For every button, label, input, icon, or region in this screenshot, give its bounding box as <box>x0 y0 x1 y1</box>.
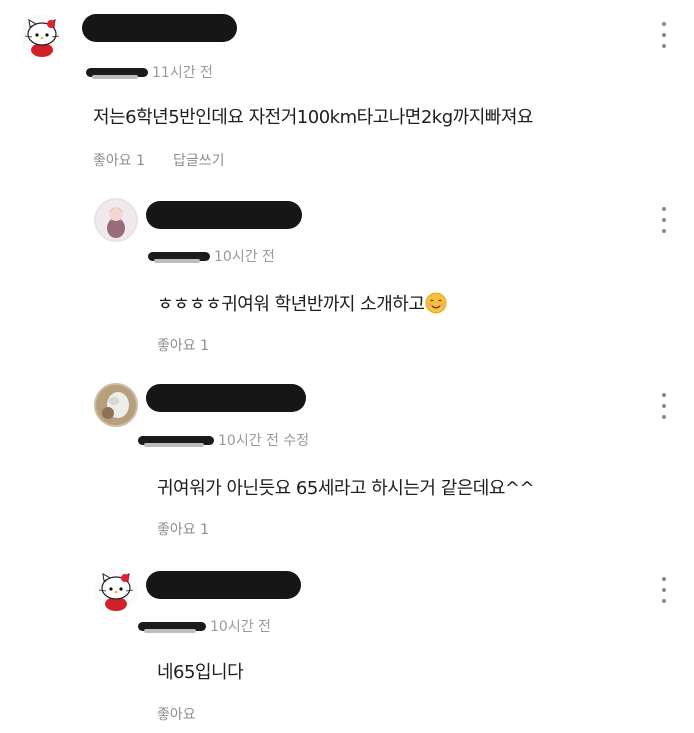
like-button[interactable]: 좋아요 1 <box>157 335 209 355</box>
avatar[interactable] <box>20 14 64 58</box>
comment-time: 10시간 전 <box>214 249 275 265</box>
avatar[interactable] <box>94 383 138 427</box>
comment-text: 귀여워가 아닌듯요 65세라고 하시는거 같은데요^^ <box>157 478 535 499</box>
author-name-redacted[interactable] <box>146 384 306 412</box>
comment-time: 10시간 전 수정 <box>218 433 310 449</box>
comment-meta: 11시간 전 <box>86 64 213 81</box>
hello-kitty-icon <box>94 568 138 612</box>
like-button[interactable]: 좋아요 1 <box>93 150 145 170</box>
comment-meta: 10시간 전 수정 <box>138 432 310 449</box>
like-button[interactable]: 좋아요 1 <box>157 519 209 539</box>
comment-text: ㅎㅎㅎㅎ귀여워 학년반까지 소개하고 <box>157 294 425 315</box>
comment-actions: 좋아요 1 <box>157 335 209 355</box>
avatar[interactable] <box>94 198 138 242</box>
more-options-icon[interactable] <box>659 207 669 233</box>
comment-text: 네65입니다 <box>157 662 244 683</box>
comment-meta: 10시간 전 <box>138 618 271 635</box>
author-tag-redacted <box>138 621 206 633</box>
photo-avatar-icon <box>94 198 138 242</box>
author-tag-redacted <box>148 251 210 263</box>
author-name-redacted[interactable] <box>146 571 301 599</box>
comment-time: 10시간 전 <box>210 619 271 635</box>
author-tag-redacted <box>86 67 148 79</box>
comment-thread: 11시간 전 저는6학년5반인데요 자전거100km타고나면2kg까지빠져요 좋… <box>0 0 694 733</box>
more-options-icon[interactable] <box>659 393 669 419</box>
reply-button[interactable]: 답글쓰기 <box>173 150 225 170</box>
author-name-redacted[interactable] <box>82 14 237 42</box>
comment-text: 저는6학년5반인데요 자전거100km타고나면2kg까지빠져요 <box>93 107 533 128</box>
comment-text-line: ㅎㅎㅎㅎ귀여워 학년반까지 소개하고 <box>157 290 447 316</box>
author-name-redacted[interactable] <box>146 201 302 229</box>
comment-actions: 좋아요 <box>157 704 196 724</box>
more-options-icon[interactable] <box>659 577 669 603</box>
comment-time: 11시간 전 <box>152 65 213 81</box>
comment-actions: 좋아요 1 답글쓰기 <box>93 150 225 170</box>
like-button[interactable]: 좋아요 <box>157 704 196 724</box>
hello-kitty-icon <box>20 14 64 58</box>
comment-meta: 10시간 전 <box>148 248 275 265</box>
smiling-face-emoji-icon <box>425 292 447 314</box>
photo-avatar-icon <box>94 383 138 427</box>
avatar[interactable] <box>94 568 138 612</box>
more-options-icon[interactable] <box>659 22 669 48</box>
author-tag-redacted <box>138 435 214 447</box>
comment-actions: 좋아요 1 <box>157 519 209 539</box>
